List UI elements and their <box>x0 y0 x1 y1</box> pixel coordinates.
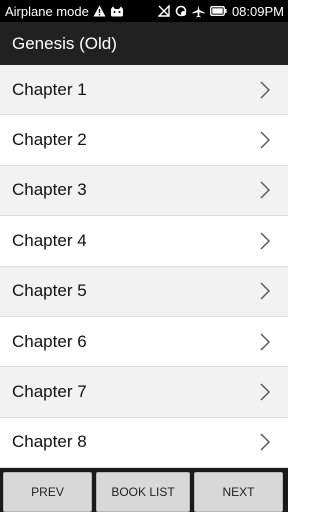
no-signal-icon <box>157 5 170 17</box>
status-left: Airplane mode <box>5 4 124 19</box>
chapter-label: Chapter 5 <box>12 281 87 301</box>
list-item-chapter-8[interactable]: Chapter 8 <box>0 418 288 468</box>
chapter-label: Chapter 1 <box>12 79 87 99</box>
warning-icon <box>93 5 106 17</box>
chapter-label: Chapter 6 <box>12 331 87 351</box>
airplane-icon <box>192 5 205 18</box>
battery-icon <box>209 6 227 16</box>
bottom-nav-bar: PREV BOOK LIST NEXT <box>0 468 288 512</box>
list-item-chapter-2[interactable]: Chapter 2 <box>0 115 288 166</box>
list-item-chapter-4[interactable]: Chapter 4 <box>0 216 288 267</box>
chevron-right-icon <box>260 81 270 99</box>
list-item-chapter-5[interactable]: Chapter 5 <box>0 266 288 317</box>
book-list-button[interactable]: BOOK LIST <box>96 472 190 512</box>
page-title: Genesis (Old) <box>12 33 117 53</box>
chapter-label: Chapter 2 <box>12 130 87 150</box>
chevron-right-icon <box>260 131 270 149</box>
cat-icon <box>110 6 124 17</box>
chapter-label: Chapter 4 <box>12 230 87 250</box>
app-bar: Genesis (Old) <box>0 22 288 65</box>
status-right: 08:09PM <box>157 3 284 19</box>
chevron-right-icon <box>260 333 270 351</box>
list-item-chapter-3[interactable]: Chapter 3 <box>0 165 288 217</box>
list-item-chapter-7[interactable]: Chapter 7 <box>0 367 288 418</box>
chapter-label: Chapter 7 <box>12 382 87 402</box>
chevron-right-icon <box>260 282 270 300</box>
chapter-label: Chapter 3 <box>12 180 87 200</box>
airplane-mode-text: Airplane mode <box>5 3 89 19</box>
chapter-list[interactable]: Chapter 1 Chapter 2 Chapter 3 Chapter 4 … <box>0 65 288 468</box>
next-button[interactable]: NEXT <box>194 472 283 512</box>
sync-icon <box>175 5 187 17</box>
chevron-right-icon <box>260 433 270 451</box>
list-item-chapter-6[interactable]: Chapter 6 <box>0 317 288 368</box>
status-bar: Airplane mode 08:09PM <box>0 0 288 22</box>
chevron-right-icon <box>260 181 270 199</box>
chapter-label: Chapter 8 <box>12 432 87 452</box>
prev-button[interactable]: PREV <box>3 472 92 512</box>
status-time: 08:09PM <box>231 3 284 19</box>
chevron-right-icon <box>260 383 270 401</box>
list-item-chapter-1[interactable]: Chapter 1 <box>0 65 288 116</box>
chevron-right-icon <box>260 232 270 250</box>
